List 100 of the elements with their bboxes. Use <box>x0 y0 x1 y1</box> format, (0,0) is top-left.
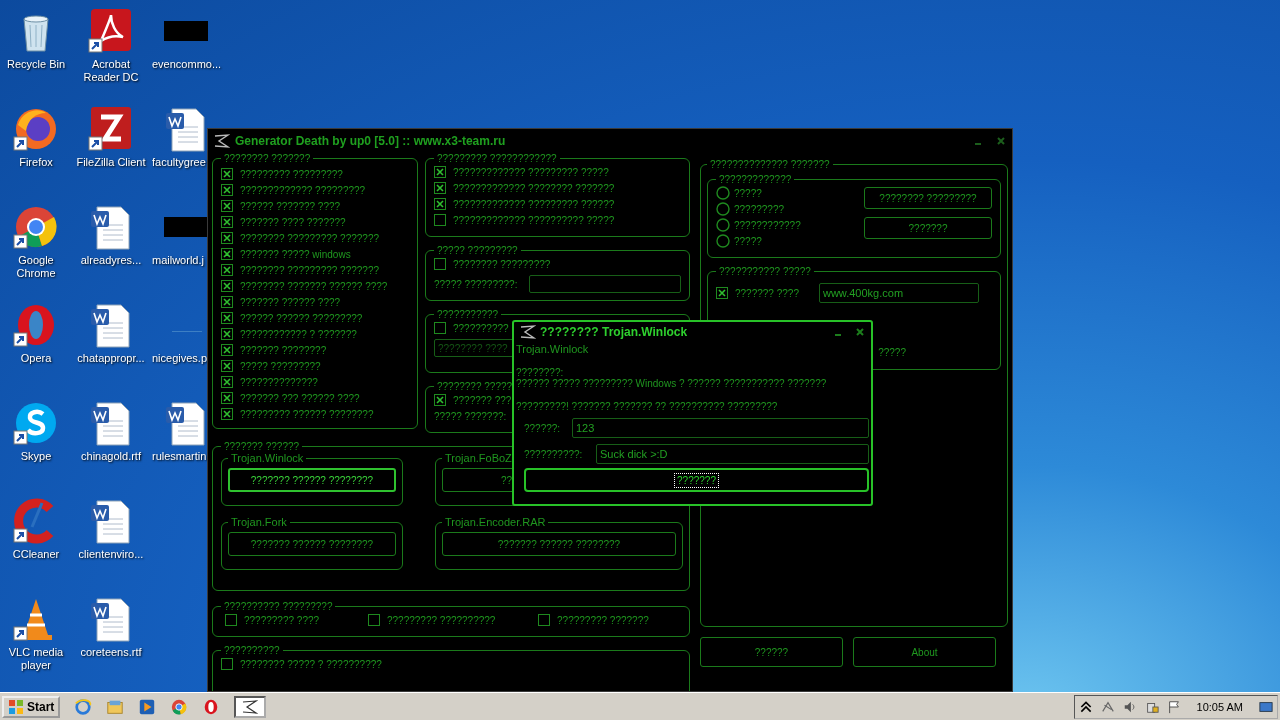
checkbox-label: ????????? ????????? <box>240 168 343 180</box>
icon-label: FileZilla Client <box>75 156 147 169</box>
icon-label: mailworld.j <box>152 254 204 267</box>
chevron-up-icon[interactable] <box>1078 699 1093 714</box>
checkbox-label: ??????? ???? ??????? <box>240 216 346 228</box>
checkbox-label: ??????? ???????? <box>240 344 327 356</box>
radio-button[interactable] <box>716 186 730 200</box>
icon-label: Acrobat Reader DC <box>82 58 140 84</box>
field-label: ????? ?????????: <box>434 278 518 290</box>
checkbox[interactable] <box>221 232 233 244</box>
checkbox-label: ??????? ????? windows <box>240 248 351 260</box>
flag-icon[interactable] <box>1166 699 1181 714</box>
checkbox[interactable] <box>434 182 446 194</box>
footer-button[interactable]: ?????? <box>700 637 843 667</box>
media-player-icon[interactable] <box>138 697 157 716</box>
checkbox[interactable] <box>221 408 233 420</box>
checkbox[interactable] <box>221 280 233 292</box>
checkbox-label: ?????? ??????? ???? <box>240 200 341 212</box>
generate-button[interactable]: ??????? ?????? ???????? <box>228 532 396 556</box>
checkbox[interactable] <box>221 296 233 308</box>
checkbox-label: ???????? ??????? ?????? ???? <box>240 280 388 292</box>
group-title: ??????????? ????? <box>718 266 812 277</box>
url-field[interactable]: www.400kg.com <box>818 283 979 303</box>
dialog-warning: ?????????! ??????? ??????? ?? ?????????? ????????? <box>515 401 779 412</box>
input-field[interactable]: 123 <box>572 418 869 438</box>
checkbox[interactable] <box>221 360 233 372</box>
field-label: ????? ???????: <box>434 411 507 422</box>
close-icon[interactable] <box>996 136 1006 146</box>
checkbox[interactable] <box>434 198 446 210</box>
generate-button[interactable]: ??????? ?????? ???????? <box>442 532 676 556</box>
radio-button[interactable] <box>716 234 730 248</box>
input-field[interactable]: Suck dick >:D <box>596 444 869 464</box>
radio-button[interactable] <box>716 202 730 216</box>
icon-label: Firefox <box>18 156 54 169</box>
checkbox[interactable] <box>538 614 550 626</box>
network-icon[interactable] <box>1100 699 1115 714</box>
chrome-icon[interactable] <box>170 697 189 716</box>
field-label: ??????: <box>524 422 562 434</box>
radio-label: ????? <box>734 187 762 199</box>
checkbox-label: ????????? ??????? <box>557 614 649 626</box>
clock[interactable]: 10:05 AM <box>1196 700 1243 713</box>
checkbox[interactable] <box>221 168 233 180</box>
radio-button[interactable] <box>716 218 730 232</box>
generate-button[interactable]: ??????? ?????? ???????? <box>228 468 396 492</box>
checkbox[interactable] <box>221 658 233 670</box>
checkbox-label: ?????????????? <box>240 376 318 388</box>
checkbox[interactable] <box>221 312 233 324</box>
checkbox[interactable] <box>221 184 233 196</box>
checkbox[interactable] <box>221 248 233 260</box>
close-icon[interactable] <box>855 327 865 337</box>
icon-label: VLC media player <box>7 646 65 672</box>
group-title: ????????? ???????????? <box>436 153 558 164</box>
start-icon <box>8 698 24 715</box>
icon-label: Google Chrome <box>15 254 57 280</box>
checkbox[interactable] <box>434 214 446 226</box>
radio-label: ????????? <box>734 203 785 215</box>
checkbox-label: ??????? ?????? ???? <box>240 296 341 308</box>
checkbox[interactable] <box>716 287 728 299</box>
checkbox[interactable] <box>434 394 446 406</box>
checkbox-label: ???????????? ? ??????? <box>240 328 357 340</box>
checkbox-label: ???????? ????????? <box>453 258 551 270</box>
checkbox-label: ????????? ?????? ???????? <box>240 408 374 420</box>
group-title: ???????? ??????? <box>223 153 312 164</box>
icon-label: Skype <box>19 450 53 463</box>
start-button[interactable]: Start <box>2 695 61 718</box>
app-icon <box>242 699 259 714</box>
checkbox[interactable] <box>368 614 380 626</box>
footer-button[interactable]: About <box>853 637 996 667</box>
checkbox[interactable] <box>225 614 237 626</box>
dialog-title: ???????? Trojan.Winlock <box>540 325 688 339</box>
checkbox-label: ????????????? ????????? ?????? <box>453 198 615 210</box>
checkbox[interactable] <box>221 328 233 340</box>
generate-button[interactable]: ??????? <box>524 468 869 492</box>
action-button[interactable]: ??????? <box>864 217 992 239</box>
action-button[interactable]: ???????? ????????? <box>864 187 992 209</box>
checkbox[interactable] <box>434 258 446 270</box>
icon-label: clientenviro... <box>77 548 145 561</box>
taskbar-app-button[interactable] <box>234 695 267 718</box>
group-title: ????????????? <box>718 174 793 185</box>
group-title: ?????????? <box>223 645 281 656</box>
checkbox-label: ????????? ?????????? <box>387 614 496 626</box>
checkbox[interactable] <box>221 376 233 388</box>
group-title: Trojan.Fork <box>230 516 288 528</box>
checkbox[interactable] <box>221 264 233 276</box>
radio-label: ????? <box>734 235 762 247</box>
checkbox[interactable] <box>221 200 233 212</box>
show-desktop-icon[interactable] <box>1259 699 1273 714</box>
checkbox[interactable] <box>221 392 233 404</box>
icon-label: coreteens.rtf <box>79 646 143 659</box>
input-field[interactable] <box>529 275 681 293</box>
checkbox[interactable] <box>221 344 233 356</box>
icon-label: alreadyres... <box>79 254 143 267</box>
checkbox[interactable] <box>434 322 446 334</box>
browser-icon[interactable] <box>74 697 93 716</box>
checkbox[interactable] <box>221 216 233 228</box>
checkbox-label: ????????????? ???????? ??????? <box>453 182 615 194</box>
icon-label: Recycle Bin <box>5 58 67 71</box>
app-icon <box>520 325 536 339</box>
volume-icon[interactable] <box>1122 699 1137 714</box>
checkbox[interactable] <box>434 166 446 178</box>
